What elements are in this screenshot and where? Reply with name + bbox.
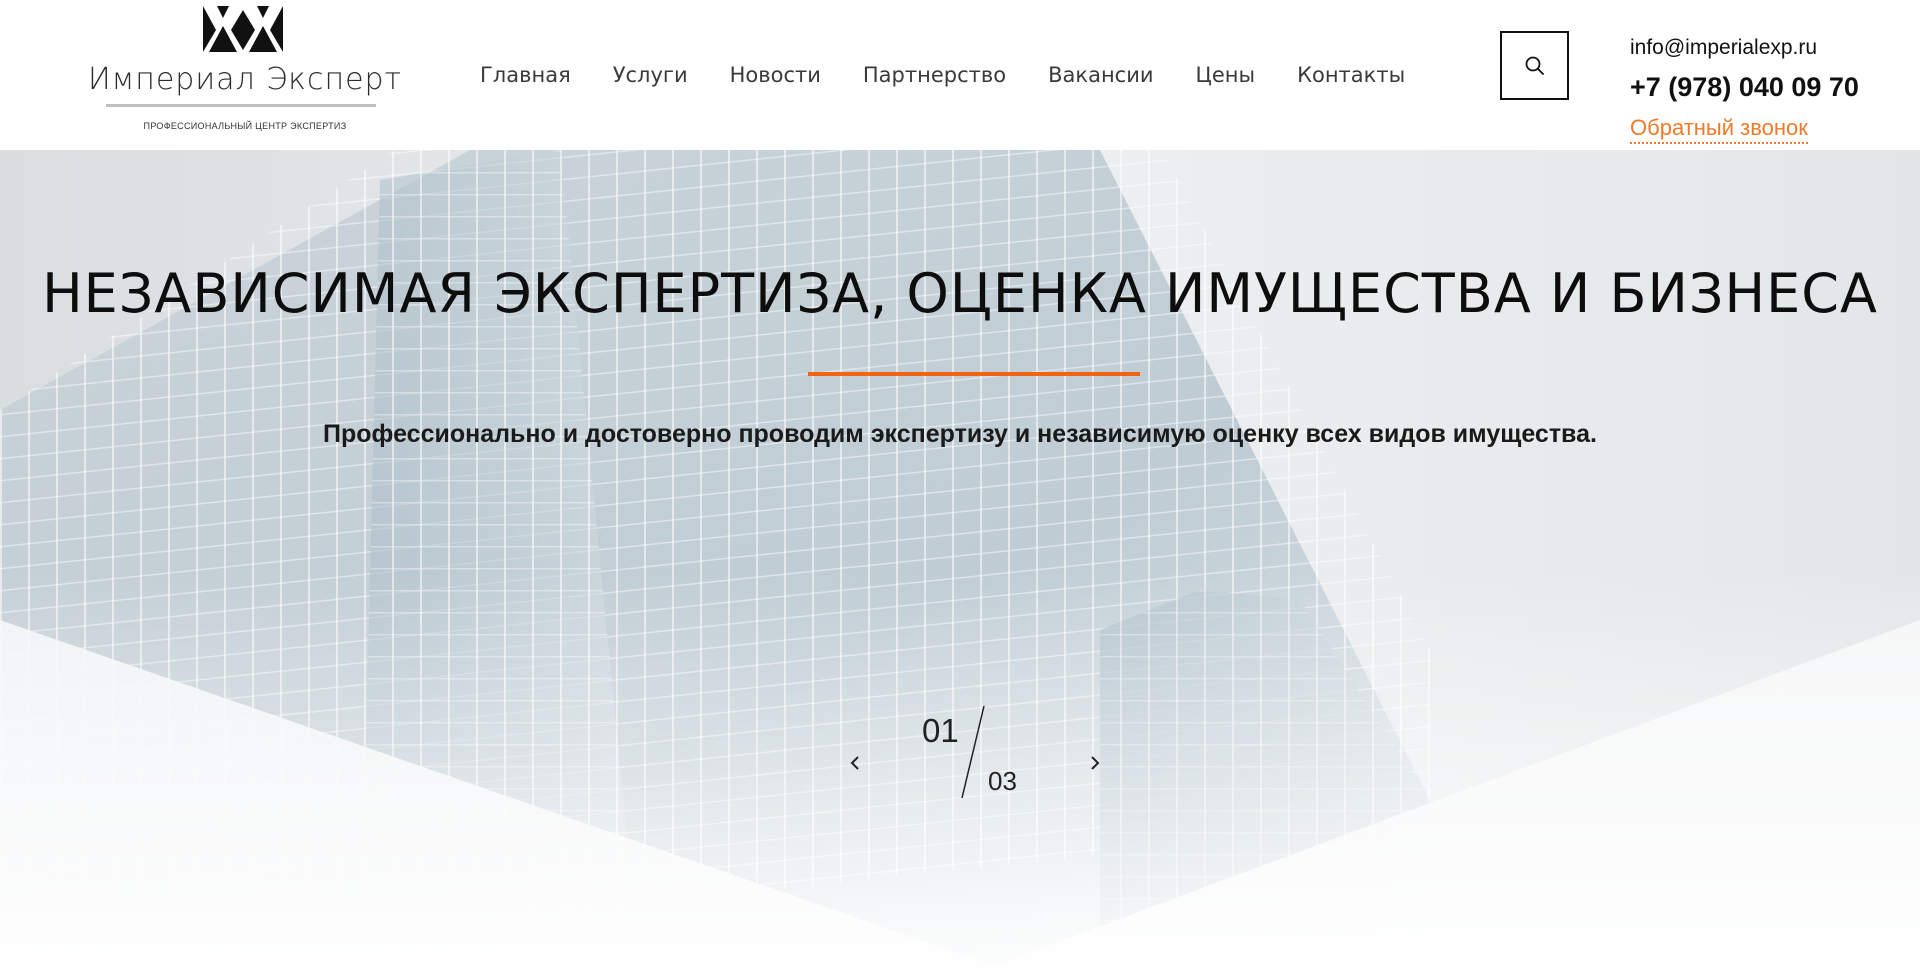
brand-tagline: профессиональный центр экспертиз [143,121,347,131]
nav-item-home[interactable]: Главная [480,63,571,87]
search-button[interactable] [1500,31,1569,100]
callback-link[interactable]: Обратный звонок [1630,115,1808,144]
chevron-right-icon [1091,756,1100,770]
site-header: Империал Эксперт профессиональный центр … [0,0,1920,150]
hero-subtitle: Профессионально и достоверно проводим эк… [323,420,1597,448]
nav-item-prices[interactable]: Цены [1196,63,1256,87]
slider-next-button[interactable] [1080,748,1110,778]
logo[interactable]: Империал Эксперт профессиональный центр … [70,4,420,138]
search-icon [1525,56,1544,75]
slider-prev-button[interactable] [840,748,870,778]
email-link[interactable]: info@imperialexp.ru [1630,36,1900,60]
header-contacts: info@imperialexp.ru +7 (978) 040 09 70 О… [1630,36,1900,144]
chevron-left-icon [850,756,859,770]
slider-pagination: 01 03 [840,690,1110,800]
crown-diamonds-icon [203,6,283,52]
nav-item-contacts[interactable]: Контакты [1297,63,1405,87]
nav-item-vacancies[interactable]: Вакансии [1048,63,1153,87]
brand-name: Империал Эксперт [87,62,403,97]
hero-title: НЕЗАВИСИМАЯ ЭКСПЕРТИЗА, ОЦЕНКА ИМУЩЕСТВА… [42,262,1878,325]
slide-current: 01 [922,712,959,749]
hero-banner: НЕЗАВИСИМАЯ ЭКСПЕРТИЗА, ОЦЕНКА ИМУЩЕСТВА… [0,150,1920,971]
nav-item-news[interactable]: Новости [730,63,821,87]
slide-total: 03 [988,766,1017,796]
slide-separator [961,705,985,799]
nav-item-services[interactable]: Услуги [613,63,688,87]
main-nav: Главная Услуги Новости Партнерство Вакан… [480,63,1447,87]
phone-link[interactable]: +7 (978) 040 09 70 [1630,72,1900,103]
hero-divider [808,372,1140,376]
nav-item-partnership[interactable]: Партнерство [863,63,1006,87]
logo-divider [106,104,376,107]
